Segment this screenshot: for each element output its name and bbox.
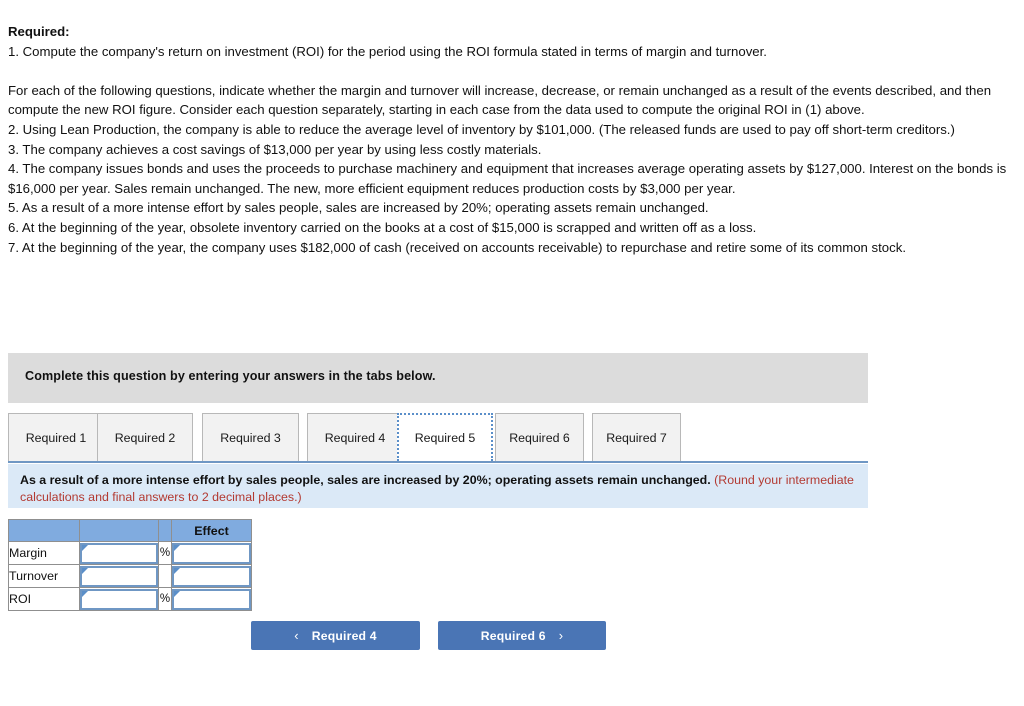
requirement-2: 2. Using Lean Production, the company is… (8, 121, 955, 137)
tab-label: Required 3 (220, 430, 281, 445)
next-required-button[interactable]: Required 6 › (438, 621, 606, 650)
cell-picker-triangle-icon[interactable] (82, 544, 88, 551)
header-blank-2 (79, 519, 159, 542)
tab-required-3[interactable]: Required 3 (202, 413, 299, 461)
requirements-intro: For each of the following questions, ind… (8, 82, 992, 118)
unit-cell (158, 564, 172, 588)
table-row: ROI% (8, 587, 252, 611)
effect-cell (171, 564, 252, 588)
effect-cell (171, 541, 252, 565)
cell-picker-triangle-icon[interactable] (174, 544, 180, 551)
tab-label: Required 1 (25, 430, 87, 445)
question-banner: As a result of a more intense effort by … (8, 464, 868, 508)
effect-input-margin[interactable] (172, 542, 251, 564)
requirement-3: 3. The company achieves a cost savings o… (8, 141, 542, 157)
tab-required-7[interactable]: Required 7 (592, 413, 681, 461)
tab-required-6[interactable]: Required 6 (495, 413, 584, 461)
cell-picker-triangle-icon[interactable] (174, 590, 180, 597)
next-required-label: Required 6 (480, 628, 546, 643)
effect-input-roi[interactable] (172, 588, 251, 610)
table-row: Margin% (8, 541, 252, 565)
tab-label: Required 2 (114, 430, 176, 445)
value-input-margin[interactable] (80, 542, 158, 564)
cell-picker-triangle-icon[interactable] (174, 567, 180, 574)
instruction-text: Complete this question by entering your … (25, 369, 436, 383)
header-blank-3 (158, 519, 172, 542)
requirement-1: 1. Compute the company's return on inves… (8, 43, 767, 59)
tab-label: Required 6 (509, 430, 570, 445)
question-text: As a result of a more intense effort by … (20, 472, 865, 505)
unit-cell: % (158, 541, 172, 565)
value-input-turnover[interactable] (80, 565, 158, 587)
header-effect: Effect (171, 519, 252, 542)
requirement-tabs: Required 1 Required 2 Required 3 Required 4… (8, 413, 868, 463)
problem-statement: Required: 1. Compute the company's retur… (8, 22, 1016, 257)
chevron-right-icon: › (558, 628, 564, 643)
tab-required-1[interactable]: Required 1 (8, 413, 104, 461)
tab-label: Required 4 (324, 430, 386, 445)
requirement-6: 6. At the beginning of the year, obsolet… (8, 219, 757, 235)
unit-cell: % (158, 587, 172, 611)
value-cell (79, 587, 159, 611)
row-label-roi: ROI (8, 587, 80, 611)
cell-picker-triangle-icon[interactable] (82, 567, 88, 574)
table-row: Turnover (8, 564, 252, 588)
required-heading: Required: (8, 24, 70, 39)
question-main: As a result of a more intense effort by … (20, 473, 715, 487)
instruction-banner: Complete this question by entering your … (8, 353, 868, 403)
row-label-turnover: Turnover (8, 564, 80, 588)
tab-required-2[interactable]: Required 2 (97, 413, 193, 461)
requirement-5: 5. As a result of a more intense effort … (8, 200, 709, 216)
effect-input-turnover[interactable] (172, 565, 251, 587)
tab-label: Required 5 (414, 431, 476, 445)
requirement-4: 4. The company issues bonds and uses the… (8, 161, 1007, 196)
tab-required-4[interactable]: Required 4 (307, 413, 403, 461)
tab-required-5[interactable]: Required 5 (397, 413, 493, 461)
row-label-margin: Margin (8, 541, 80, 565)
answer-table: Effect Margin% Turnover ROI% (8, 519, 252, 611)
prev-required-label: Required 4 (311, 628, 377, 643)
table-header-row: Effect (8, 519, 252, 542)
cell-picker-triangle-icon[interactable] (82, 590, 88, 597)
chevron-left-icon: ‹ (294, 628, 299, 643)
requirement-7: 7. At the beginning of the year, the com… (8, 239, 906, 255)
answer-table-body: Margin% Turnover ROI% (8, 541, 252, 611)
tab-label: Required 7 (606, 430, 667, 445)
prev-required-button[interactable]: ‹ Required 4 (251, 621, 420, 650)
header-blank-1 (8, 519, 80, 542)
value-input-roi[interactable] (80, 588, 158, 610)
effect-cell (171, 587, 252, 611)
value-cell (79, 564, 159, 588)
answer-table-head: Effect (8, 519, 252, 542)
value-cell (79, 541, 159, 565)
